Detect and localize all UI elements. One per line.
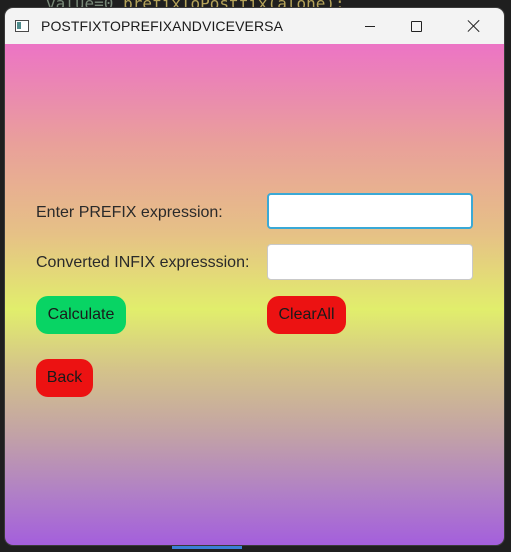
title-bar[interactable]: POSTFIXTOPREFIXANDVICEVERSA (5, 8, 504, 44)
close-icon (467, 19, 481, 33)
calculate-button[interactable]: Calculate (36, 296, 126, 334)
minimize-icon (365, 25, 375, 27)
infix-label: Converted INFIX expresssion: (36, 254, 250, 271)
app-window: POSTFIXTOPREFIXANDVICEVERSA Enter PREFIX… (5, 8, 504, 545)
window-title: POSTFIXTOPREFIXANDVICEVERSA (41, 18, 284, 34)
form-panel: Enter PREFIX expression: Converted INFIX… (5, 44, 504, 545)
taskbar-indicator (172, 546, 242, 549)
back-button[interactable]: Back (36, 359, 93, 397)
app-window-icon (15, 20, 29, 32)
minimize-button[interactable] (347, 8, 393, 44)
infix-output-field[interactable] (267, 244, 473, 280)
prefix-input[interactable] (267, 193, 473, 229)
close-button[interactable] (451, 8, 497, 44)
clear-all-button[interactable]: ClearAll (267, 296, 346, 334)
maximize-icon (410, 20, 422, 32)
prefix-label: Enter PREFIX expression: (36, 204, 223, 221)
maximize-button[interactable] (393, 8, 439, 44)
